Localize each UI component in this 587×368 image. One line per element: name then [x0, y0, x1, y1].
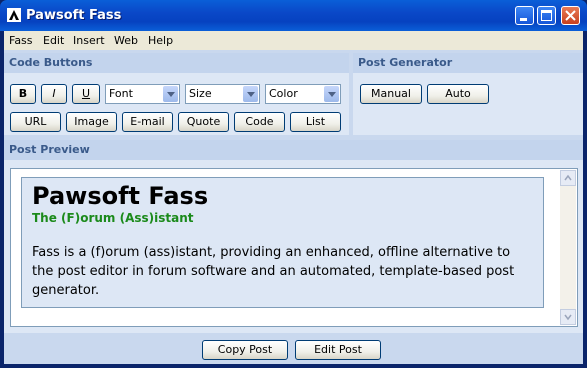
app-logo-icon: [7, 8, 21, 22]
client-area: Fass Edit Insert Web Help Code Buttons B…: [4, 31, 583, 364]
auto-button[interactable]: Auto: [427, 84, 489, 104]
code-buttons-heading: Code Buttons: [4, 53, 349, 73]
url-button[interactable]: URL: [10, 112, 61, 132]
copy-post-button[interactable]: Copy Post: [202, 340, 288, 360]
chevron-down-icon: [564, 314, 572, 321]
minimize-button[interactable]: [515, 6, 534, 25]
color-select-value: Color: [269, 87, 298, 100]
font-select-value: Font: [109, 87, 133, 100]
preview-title: Pawsoft Fass: [32, 182, 209, 210]
chevron-down-icon: [324, 86, 339, 102]
color-select[interactable]: Color: [265, 84, 341, 104]
chevron-down-icon: [163, 86, 178, 102]
menu-fass[interactable]: Fass: [9, 34, 33, 47]
post-generator-heading: Post Generator: [353, 53, 583, 73]
scroll-up-button[interactable]: [560, 170, 576, 186]
footer-bar: Copy Post Edit Post: [4, 333, 583, 364]
size-select[interactable]: Size: [185, 84, 260, 104]
code-buttons-panel: B I U Font Size Color URL Image E-mail Q…: [4, 73, 349, 135]
chevron-up-icon: [564, 174, 572, 181]
post-preview-heading: Post Preview: [4, 140, 583, 160]
menu-insert[interactable]: Insert: [73, 34, 105, 47]
scroll-down-button[interactable]: [560, 309, 576, 325]
underline-button[interactable]: U: [72, 84, 100, 104]
chevron-down-icon: [243, 86, 258, 102]
maximize-icon: [541, 10, 552, 21]
close-button[interactable]: [561, 6, 580, 25]
menu-edit[interactable]: Edit: [43, 34, 64, 47]
vertical-scrollbar[interactable]: [560, 170, 576, 325]
list-button[interactable]: List: [290, 112, 341, 132]
title-bar[interactable]: Pawsoft Fass: [0, 0, 587, 31]
preview-subtitle: The (F)orum (Ass)istant: [32, 211, 194, 225]
email-button[interactable]: E-mail: [122, 112, 173, 132]
preview-body: Fass is a (f)orum (ass)istant, providing…: [32, 245, 515, 298]
post-preview-frame[interactable]: Pawsoft Fass The (F)orum (Ass)istant Fas…: [10, 168, 578, 327]
edit-post-button[interactable]: Edit Post: [295, 340, 381, 360]
quote-button[interactable]: Quote: [178, 112, 229, 132]
size-select-value: Size: [189, 87, 212, 100]
menu-bar: Fass Edit Insert Web Help: [4, 31, 583, 50]
code-button[interactable]: Code: [234, 112, 285, 132]
window-title: Pawsoft Fass: [26, 8, 122, 23]
font-select[interactable]: Font: [105, 84, 180, 104]
close-icon: [565, 10, 576, 21]
menu-web[interactable]: Web: [114, 34, 138, 47]
post-generator-panel: Manual Auto: [353, 73, 583, 135]
minimize-icon: [520, 18, 527, 21]
italic-button[interactable]: I: [41, 84, 67, 104]
maximize-button[interactable]: [537, 6, 556, 25]
image-button[interactable]: Image: [66, 112, 117, 132]
menu-help[interactable]: Help: [148, 34, 173, 47]
manual-button[interactable]: Manual: [360, 84, 422, 104]
app-window: Pawsoft Fass Fass Edit Insert Web Help C…: [0, 0, 587, 368]
post-preview-content: Pawsoft Fass The (F)orum (Ass)istant Fas…: [21, 177, 544, 308]
bold-button[interactable]: B: [10, 84, 36, 104]
